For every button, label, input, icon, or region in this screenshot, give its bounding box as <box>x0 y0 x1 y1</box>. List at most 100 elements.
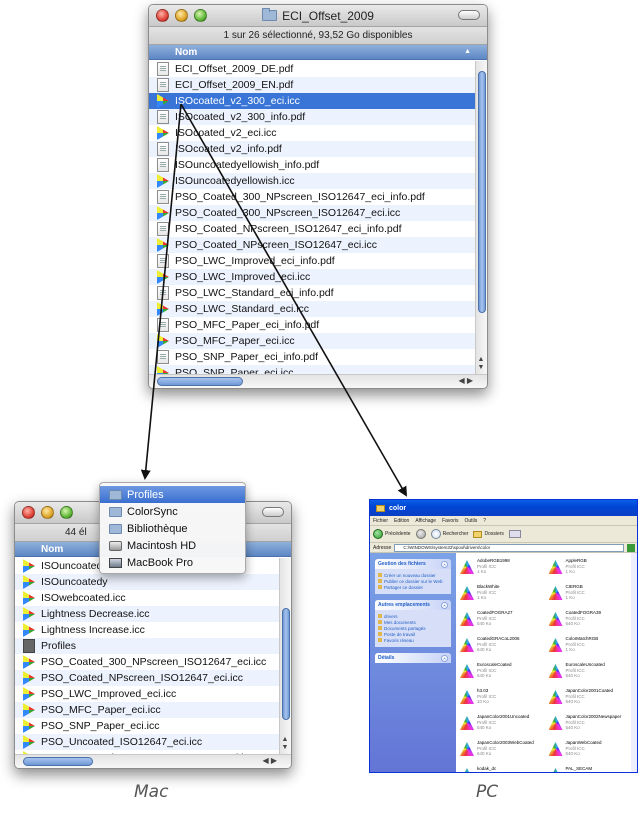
scroll-arrows-icon[interactable]: ▲ ▼ <box>280 736 290 752</box>
file-tile[interactable]: CIERGB Profil ICC 1 Ko <box>548 584 634 607</box>
file-row[interactable]: PSO_LWC_Improved_eci_info.pdf <box>149 253 475 269</box>
file-tile[interactable]: CoatedFOGRA27 Profil ICC 540 Ko <box>460 610 545 633</box>
file-tile[interactable]: AppleRGB Profil ICC 1 Ko <box>548 558 634 581</box>
task-link[interactable]: Partager ce dossier <box>378 584 448 590</box>
file-tile[interactable]: JapanWebCoated Profil ICC 540 Ko <box>548 740 634 763</box>
menu-item[interactable]: Macintosh HD <box>100 537 245 554</box>
menu-item[interactable]: Profiles <box>100 486 245 503</box>
chevron-up-icon[interactable]: ˄ <box>441 654 448 662</box>
file-tile[interactable]: h3.03 Profil ICC 10 Ko <box>460 688 545 711</box>
task-link[interactable]: Favoris réseau <box>378 637 448 643</box>
file-row[interactable]: PSO_Coated_NPscreen_ISO12647_eci.icc <box>149 237 475 253</box>
forward-button[interactable] <box>415 529 426 539</box>
file-row[interactable]: PSO_LWC_Improved_eci.icc <box>149 269 475 285</box>
h-scroll-thumb[interactable] <box>23 757 93 766</box>
scroll-thumb[interactable] <box>478 71 486 313</box>
file-row[interactable]: Profiles <box>15 638 279 654</box>
file-row[interactable]: Lightness Increase.icc <box>15 622 279 638</box>
toolbar-toggle-button[interactable] <box>458 10 480 20</box>
views-icon[interactable] <box>508 530 521 538</box>
file-row[interactable]: PSO_Coated_NPscreen_ISO12647_eci.icc <box>15 670 279 686</box>
file-row[interactable]: PSO_Coated_NPscreen_ISO12647_eci_info.pd… <box>149 221 475 237</box>
file-row[interactable]: ISOwebcoated.icc <box>15 590 279 606</box>
task-link[interactable]: Publier ce dossier sur le Web <box>378 578 448 584</box>
menu-bar-item[interactable]: Favoris <box>442 518 458 524</box>
horizontal-scrollbar[interactable]: ◀ ▶ <box>149 374 487 388</box>
file-row[interactable]: ECI_Offset_2009_DE.pdf <box>149 61 475 77</box>
h-scroll-arrows-icon[interactable]: ◀ ▶ <box>262 756 277 765</box>
vertical-scrollbar[interactable] <box>631 553 637 772</box>
file-row[interactable]: PSO_MFC_Paper_eci.icc <box>149 333 475 349</box>
close-button[interactable] <box>156 9 169 22</box>
file-tile[interactable]: JapanColor2001Uncoated Profil ICC 540 Ko <box>460 714 545 737</box>
file-row[interactable]: PSO_Coated_300_NPscreen_ISO12647_eci_inf… <box>149 189 475 205</box>
horizontal-scrollbar[interactable]: ◀ ▶ <box>15 754 291 768</box>
folders-button[interactable]: Dossiers <box>473 530 504 538</box>
task-panel-header[interactable]: Gestion des fichiers ˄ <box>375 559 451 569</box>
window-titlebar[interactable]: ECI_Offset_2009 <box>149 5 487 27</box>
window-titlebar[interactable]: color <box>370 500 637 516</box>
close-button[interactable] <box>22 506 35 519</box>
file-row[interactable]: PSO_LWC_Standard_eci_info.pdf <box>149 285 475 301</box>
file-row[interactable]: ISOcoated_v2_eci.icc <box>149 125 475 141</box>
menu-item[interactable]: Bibliothèque <box>100 520 245 537</box>
file-tile[interactable]: PAL_SECAMProfil ICC1 Ko <box>548 766 634 772</box>
file-tile[interactable]: JapanColor2003WebCoated Profil ICC 640 Ko <box>460 740 545 763</box>
vertical-scrollbar[interactable]: ▲ ▼ <box>279 558 291 754</box>
h-scroll-arrows-icon[interactable]: ◀ ▶ <box>458 376 473 385</box>
file-row[interactable]: PSO_LWC_Standard_eci.icc <box>149 301 475 317</box>
scroll-arrows-icon[interactable]: ▲ ▼ <box>476 356 486 372</box>
file-tile[interactable]: BlackWhite Profil ICC 1 Ko <box>460 584 545 607</box>
back-button[interactable]: Précédente <box>373 529 411 539</box>
menu-bar-item[interactable]: Affichage <box>415 518 436 524</box>
task-panel-header[interactable]: Autres emplacements ˄ <box>375 600 451 610</box>
chevron-up-icon[interactable]: ˄ <box>441 560 448 568</box>
minimize-button[interactable] <box>41 506 54 519</box>
file-tile[interactable]: AdobeRGB1998 Profil ICC 1 Ko <box>460 558 545 581</box>
menu-item[interactable]: MacBook Pro <box>100 554 245 571</box>
toolbar-toggle-button[interactable] <box>262 507 284 517</box>
vertical-scrollbar[interactable]: ▲ ▼ <box>475 61 487 374</box>
file-row[interactable]: ISOuncoatedyellowish.icc <box>149 173 475 189</box>
menu-bar-item[interactable]: Outils <box>464 518 477 524</box>
menu-bar-item[interactable]: Fichier <box>373 518 388 524</box>
minimize-button[interactable] <box>175 9 188 22</box>
file-row[interactable]: PSO_Coated_300_NPscreen_ISO12647_eci.icc <box>15 654 279 670</box>
task-panel-header[interactable]: Détails ˄ <box>375 653 451 663</box>
file-row[interactable]: PSO_SNP_Paper_eci_info.pdf <box>149 349 475 365</box>
file-tile[interactable]: JapanColor2001Coated Profil ICC 540 Ko <box>548 688 634 711</box>
address-field[interactable]: C:\WINDOWS\system32\spool\drivers\color <box>394 543 624 552</box>
file-row[interactable]: PSO_Coated_300_NPscreen_ISO12647_eci.icc <box>149 205 475 221</box>
file-tile[interactable]: EuroscaleCoated Profil ICC 540 Ko <box>460 662 545 685</box>
menu-bar-item[interactable]: Edition <box>394 518 409 524</box>
file-row[interactable]: PSO_LWC_Improved_eci.icc <box>15 686 279 702</box>
column-header-name[interactable]: Nom ▲ <box>149 45 487 60</box>
file-row[interactable]: PSO_SNP_Paper_eci.icc <box>149 365 475 374</box>
file-row[interactable]: ISOcoated_v2_300_eci.icc <box>149 93 475 109</box>
file-tile[interactable]: ColorMatchRGB Profil ICC 1 Ko <box>548 636 634 659</box>
file-tile[interactable]: kodak_dcProfil ICC170 Ko <box>460 766 545 772</box>
go-button[interactable] <box>627 543 635 552</box>
file-row[interactable]: ISOcoated_v2_300_info.pdf <box>149 109 475 125</box>
search-button[interactable]: Rechercher <box>430 529 468 539</box>
menu-item[interactable]: ColorSync <box>100 503 245 520</box>
zoom-button[interactable] <box>194 9 207 22</box>
file-row[interactable]: PSO_MFC_Paper_eci.icc <box>15 702 279 718</box>
menu-bar-item[interactable]: ? <box>483 518 486 524</box>
file-row[interactable]: Lightness Decrease.icc <box>15 606 279 622</box>
file-tile[interactable]: EuroscaleUncoated Profil ICC 540 Ko <box>548 662 634 685</box>
file-tile[interactable]: CoatedGRACoL2006 Profil ICC 640 Ko <box>460 636 545 659</box>
chevron-up-icon[interactable]: ˄ <box>441 601 448 609</box>
file-row[interactable]: ISOuncoatedy <box>15 574 279 590</box>
file-row[interactable]: PSO_Uncoated_ISO12647_eci.icc <box>15 734 279 750</box>
scroll-thumb[interactable] <box>282 608 290 720</box>
window-title-wrap[interactable]: ECI_Offset_2009 <box>262 8 374 23</box>
file-tile[interactable]: JapanColor2002Newspaper Profil ICC 540 Ko <box>548 714 634 737</box>
file-row[interactable]: ISOuncoatedyellowish_info.pdf <box>149 157 475 173</box>
file-row[interactable]: ISOcoated_v2_info.pdf <box>149 141 475 157</box>
file-row[interactable]: PSO_MFC_Paper_eci_info.pdf <box>149 317 475 333</box>
zoom-button[interactable] <box>60 506 73 519</box>
file-row[interactable]: PSO_SNP_Paper_eci.icc <box>15 718 279 734</box>
file-tile[interactable]: CoatedFOGRA39 Profil ICC 640 Ko <box>548 610 634 633</box>
file-row[interactable]: ECI_Offset_2009_EN.pdf <box>149 77 475 93</box>
